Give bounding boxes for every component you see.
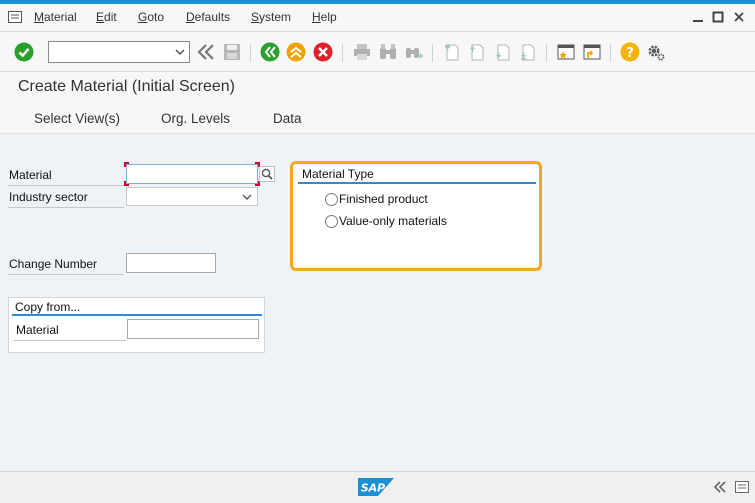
change-number-input[interactable]	[126, 253, 216, 273]
menu-icon[interactable]	[8, 11, 22, 23]
finished-product-label[interactable]: Finished product	[339, 192, 428, 206]
double-chevron-left-icon[interactable]	[713, 481, 727, 493]
material-type-title: Material Type	[302, 167, 374, 181]
save-icon[interactable]	[222, 42, 242, 62]
standard-toolbar: ?	[0, 32, 755, 72]
status-bar-menu-icon[interactable]	[735, 481, 749, 493]
value-help-icon[interactable]	[259, 166, 275, 182]
label-underline	[8, 207, 124, 208]
group-title-line	[12, 314, 262, 316]
back-icon[interactable]	[260, 42, 280, 62]
org-levels-button[interactable]: Org. Levels	[161, 111, 230, 126]
gear-icon[interactable]	[646, 42, 666, 62]
application-toolbar: Select View(s) Org. Levels Data	[0, 102, 755, 134]
status-bar: SAP	[0, 471, 755, 503]
chevron-down-icon[interactable]	[175, 45, 185, 59]
exit-icon[interactable]	[286, 42, 306, 62]
toolbar-separator	[610, 44, 611, 62]
maximize-icon[interactable]	[712, 10, 724, 24]
label-underline	[14, 340, 126, 341]
menu-edit[interactable]: Edit	[96, 10, 117, 24]
value-only-materials-radio[interactable]	[325, 215, 338, 228]
sap-logo-icon: SAP	[358, 478, 394, 496]
change-number-label: Change Number	[9, 257, 98, 271]
toolbar-separator	[432, 44, 433, 62]
menu-defaults[interactable]: Defaults	[186, 10, 230, 24]
group-title-line	[298, 182, 536, 184]
svg-text:?: ?	[626, 46, 634, 61]
data-button[interactable]: Data	[273, 111, 302, 126]
menu-help[interactable]: Help	[312, 10, 337, 24]
create-session-icon[interactable]	[556, 42, 576, 62]
toolbar-separator	[250, 44, 251, 62]
select-views-button[interactable]: Select View(s)	[34, 111, 120, 126]
enter-check-icon[interactable]	[14, 42, 34, 62]
toolbar-separator	[342, 44, 343, 62]
label-underline	[8, 185, 124, 186]
label-underline	[8, 274, 124, 275]
content-area: Material Industry sector Change Number M…	[0, 135, 755, 471]
copy-from-material-input[interactable]	[127, 319, 259, 339]
menu-bar: Material Edit Goto Defaults System Help	[0, 4, 755, 32]
first-page-icon[interactable]	[442, 42, 462, 62]
menu-goto[interactable]: Goto	[138, 10, 164, 24]
find-next-icon[interactable]	[404, 42, 424, 62]
help-icon[interactable]: ?	[620, 42, 640, 62]
title-bar: Create Material (Initial Screen)	[0, 72, 755, 102]
last-page-icon[interactable]	[518, 42, 538, 62]
minimize-icon[interactable]	[692, 10, 704, 24]
next-page-icon[interactable]	[493, 42, 513, 62]
industry-sector-label: Industry sector	[9, 190, 88, 204]
finished-product-radio[interactable]	[325, 193, 338, 206]
menu-system[interactable]: System	[251, 10, 291, 24]
find-icon[interactable]	[378, 42, 398, 62]
copy-from-material-label: Material	[16, 323, 59, 337]
copy-from-group: Copy from... Material	[8, 297, 265, 353]
cancel-icon[interactable]	[313, 42, 333, 62]
material-type-group: Material Type Finished product Value-onl…	[290, 161, 542, 271]
close-icon[interactable]	[733, 10, 745, 24]
previous-page-icon[interactable]	[467, 42, 487, 62]
chevron-down-icon[interactable]	[241, 192, 253, 202]
required-marker	[124, 181, 129, 186]
material-label: Material	[9, 168, 52, 182]
material-input[interactable]	[126, 164, 258, 184]
shortcut-icon[interactable]	[582, 42, 602, 62]
toolbar-separator	[546, 44, 547, 62]
page-title: Create Material (Initial Screen)	[18, 78, 235, 95]
industry-sector-select[interactable]	[126, 187, 258, 206]
copy-from-title: Copy from...	[15, 300, 81, 314]
print-icon[interactable]	[352, 42, 372, 62]
menu-material[interactable]: Material	[34, 10, 77, 24]
command-field[interactable]	[48, 41, 190, 63]
required-marker	[124, 162, 129, 167]
svg-text:SAP: SAP	[361, 482, 386, 495]
value-only-materials-label[interactable]: Value-only materials	[339, 214, 447, 228]
double-chevron-left-icon[interactable]	[196, 42, 216, 62]
